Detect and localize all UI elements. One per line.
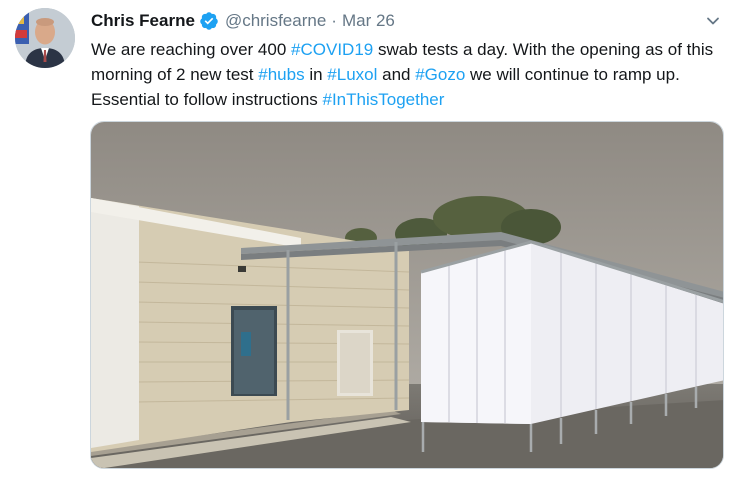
avatar-image (15, 8, 75, 68)
author-name[interactable]: Chris Fearne (91, 11, 195, 31)
separator-dot: · (331, 11, 337, 30)
text-segment: We are reaching over 400 (91, 40, 292, 59)
chevron-down-icon[interactable] (701, 9, 725, 33)
tweet-text: We are reaching over 400 #COVID19 swab t… (91, 37, 727, 112)
photo-testing-hub (91, 122, 723, 468)
author-handle[interactable]: @chrisfearne (225, 11, 326, 31)
text-segment: and (377, 65, 416, 84)
verified-badge-icon (199, 11, 219, 31)
hashtag-gozo[interactable]: #Gozo (415, 65, 465, 84)
hashtag-hubs[interactable]: #hubs (258, 65, 304, 84)
tweet-date[interactable]: Mar 26 (342, 11, 395, 31)
text-segment: in (304, 65, 328, 84)
tweet-header: Chris Fearne @chrisfearne · Mar 26 (91, 9, 725, 33)
hashtag-covid19[interactable]: #COVID19 (291, 40, 373, 59)
avatar[interactable] (15, 8, 75, 68)
hashtag-inthistogether[interactable]: #InThisTogether (323, 90, 445, 109)
hashtag-luxol[interactable]: #Luxol (327, 65, 377, 84)
tweet-photo[interactable] (90, 121, 724, 469)
